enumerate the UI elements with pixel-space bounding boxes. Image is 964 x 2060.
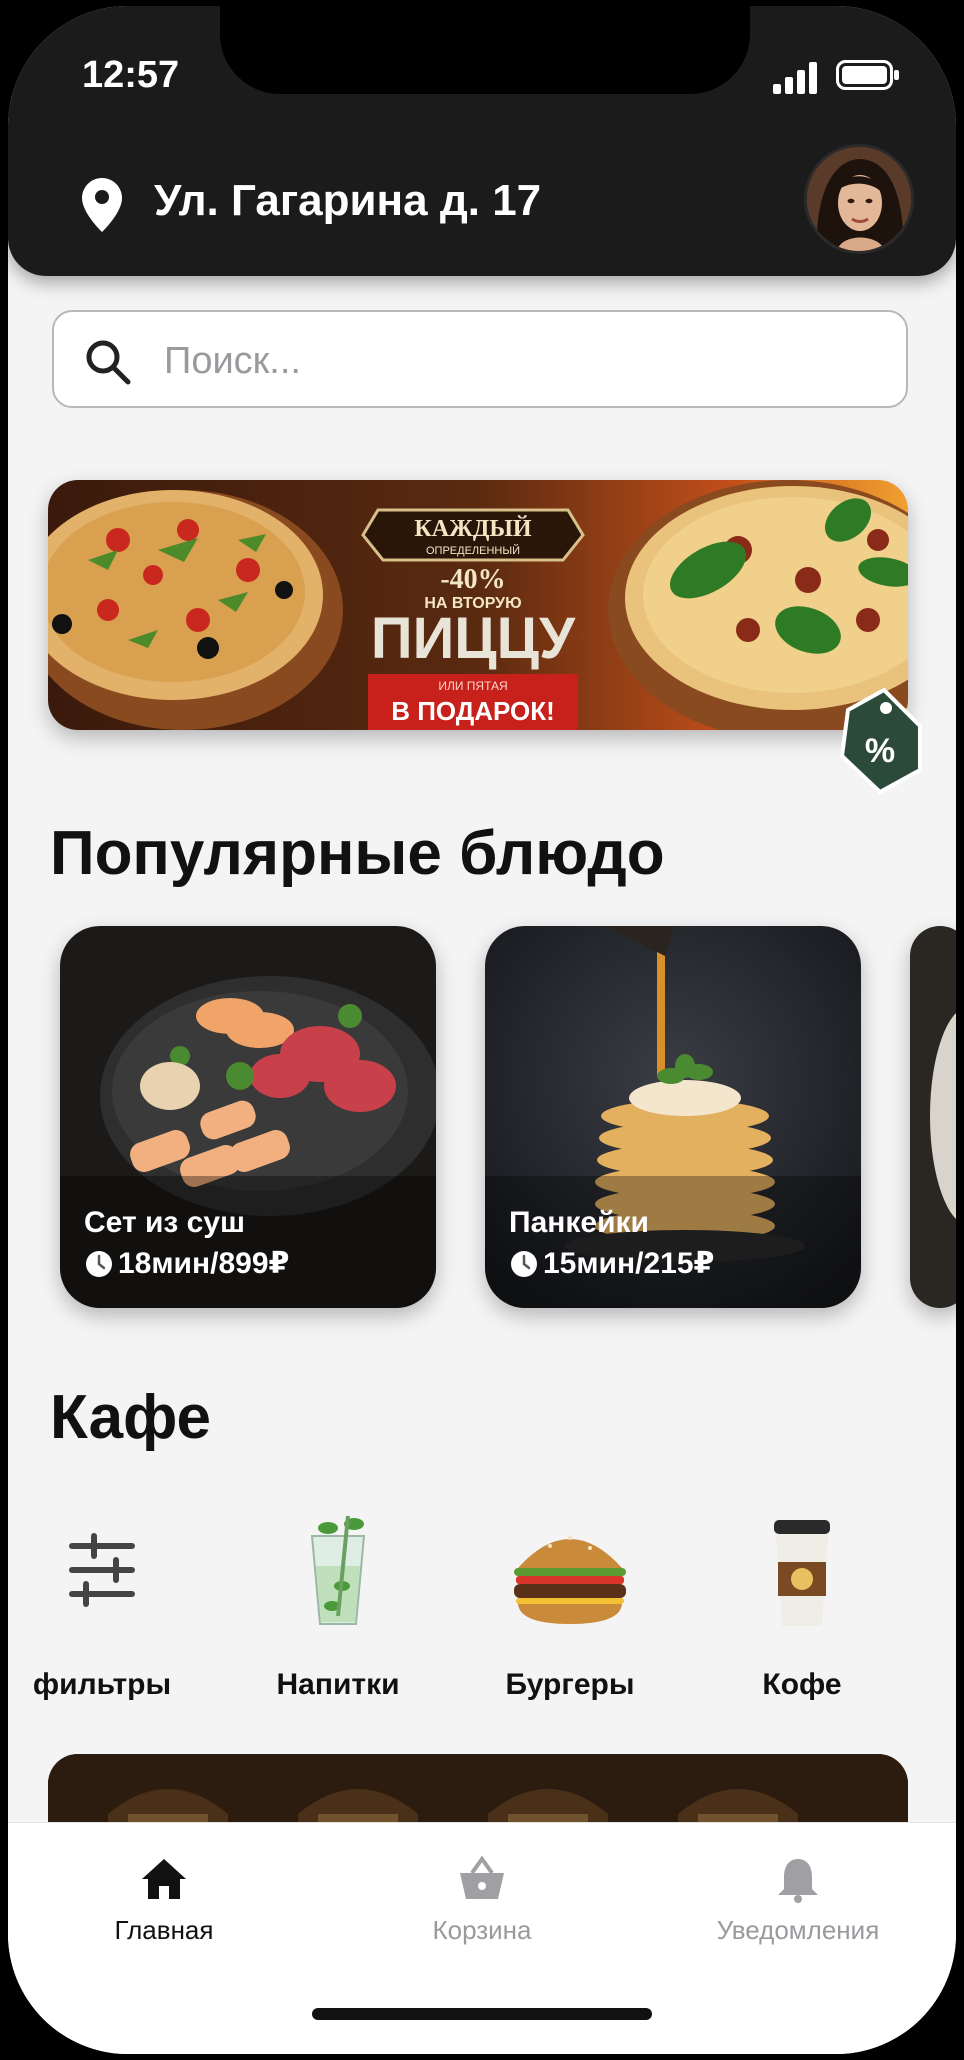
dish-card-partial[interactable]: [910, 926, 956, 1308]
discount-tag-icon[interactable]: %: [828, 686, 924, 796]
promo-discount: -40%: [440, 564, 505, 595]
battery-icon: [836, 60, 899, 90]
avatar[interactable]: [804, 144, 914, 254]
notch: [220, 6, 750, 94]
clock-icon: [86, 1250, 112, 1277]
search-input[interactable]: [162, 330, 886, 392]
signal-icon: [773, 62, 817, 94]
promo-line2: ИЛИ ПЯТАЯ: [438, 679, 507, 693]
dish-name: Сет из суш: [84, 1206, 246, 1239]
bottom-nav: Главная Корзина Уведомления: [8, 1822, 956, 2054]
category-label: Напитки: [276, 1668, 400, 1701]
popular-title: Популярные блюдо: [50, 819, 665, 888]
header: 12:57 Ул. Гагарина д. 17: [8, 6, 956, 276]
dish-card-pancakes[interactable]: Панкейки 15мин/215₽: [485, 926, 861, 1308]
nav-item-home[interactable]: Главная: [44, 1853, 284, 1946]
search-icon: [86, 340, 131, 385]
dish-name: Панкейки: [509, 1206, 649, 1239]
bell-icon: [778, 1859, 818, 1903]
dish-meta: 15мин/215₽: [509, 1246, 714, 1281]
promo-badge-top: КАЖДЫЙ: [414, 516, 532, 542]
category-label: Кофе: [762, 1668, 842, 1701]
filters-icon: [69, 1533, 135, 1607]
promo-pill: В ПОДАРОК!: [391, 696, 555, 726]
phone-screen: 12:57 Ул. Гагарина д. 17 Поиск... КАЖДЫЙ…: [8, 6, 956, 2054]
svg-text:%: %: [865, 732, 895, 770]
basket-icon: [460, 1855, 504, 1899]
nav-item-basket[interactable]: Корзина: [362, 1853, 602, 1946]
category-coffee[interactable]: Кофе: [712, 1506, 892, 1702]
dish-time-price: 15мин/215₽: [543, 1247, 715, 1280]
category-drinks[interactable]: Напитки: [248, 1506, 428, 1702]
location-pin-icon: [82, 178, 122, 232]
dish-meta: 18мин/899₽: [84, 1246, 289, 1281]
coffee-cup-icon: [774, 1520, 830, 1626]
category-filters[interactable]: фильтры: [12, 1506, 192, 1702]
category-burgers[interactable]: Бургеры: [480, 1506, 660, 1702]
burger-icon: [514, 1536, 626, 1624]
clock-icon: [511, 1250, 537, 1277]
category-label: Бургеры: [505, 1668, 635, 1701]
promo-headline: ПИЦЦУ: [371, 606, 576, 671]
drink-icon: [310, 1515, 366, 1625]
search-bar[interactable]: [52, 310, 908, 408]
nav-label: Корзина: [432, 1915, 532, 1945]
promo-badge-sub: ОПРЕДЕЛЕННЫЙ: [426, 544, 520, 557]
nav-item-notifications[interactable]: Уведомления: [678, 1853, 918, 1946]
promo-banner-image: КАЖДЫЙ ОПРЕДЕЛЕННЫЙ -40% НА ВТОРУЮ ПИЦЦУ…: [48, 480, 908, 730]
promo-banner[interactable]: КАЖДЫЙ ОПРЕДЕЛЕННЫЙ -40% НА ВТОРУЮ ПИЦЦУ…: [48, 480, 908, 730]
nav-label: Главная: [114, 1915, 214, 1945]
status-time: 12:57: [82, 54, 180, 96]
nav-label: Уведомления: [716, 1915, 880, 1945]
home-icon: [142, 1859, 186, 1899]
delivery-address[interactable]: Ул. Гагарина д. 17: [154, 176, 541, 226]
cafe-title: Кафе: [50, 1383, 211, 1452]
category-label: фильтры: [32, 1668, 172, 1701]
dish-time-price: 18мин/899₽: [118, 1247, 290, 1280]
home-indicator: [312, 2008, 652, 2020]
dish-card-sushi[interactable]: Сет из суш 18мин/899₽: [60, 926, 436, 1308]
